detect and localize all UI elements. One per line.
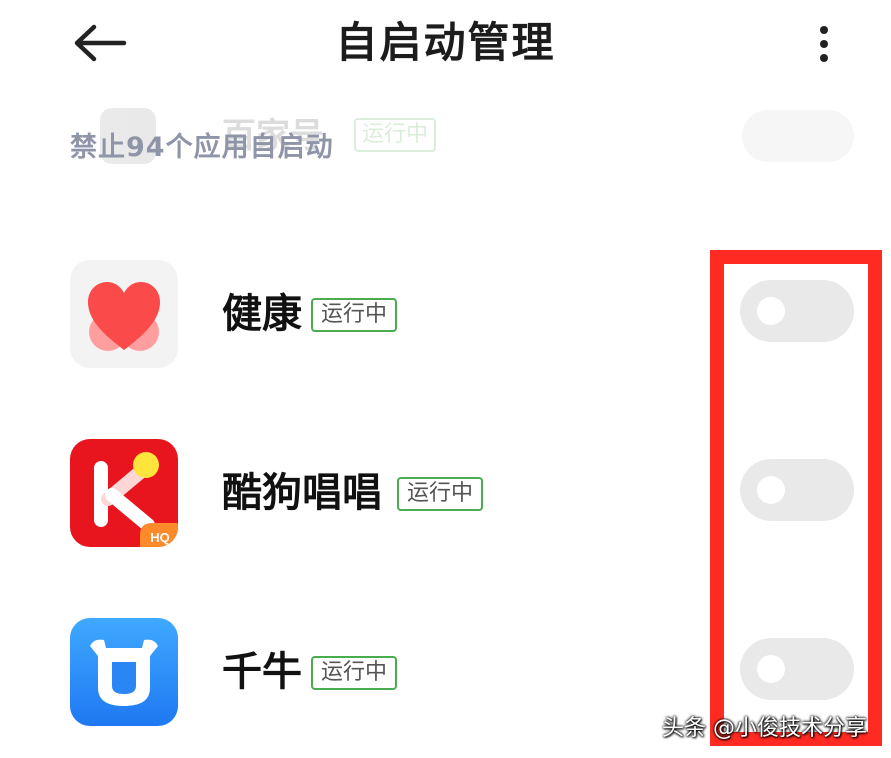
- app-name: 健康: [222, 291, 302, 337]
- list-item-kugou-changchang: HQ 酷狗唱唱 运行中: [0, 437, 891, 547]
- back-button[interactable]: [70, 18, 130, 68]
- toggle-knob: [757, 476, 785, 504]
- page-title: 自启动管理: [335, 18, 556, 67]
- auto-start-toggle: [742, 110, 854, 162]
- running-badge: 运行中: [354, 118, 437, 152]
- more-dot-icon: [820, 54, 828, 62]
- back-arrow-icon: [74, 24, 127, 62]
- more-dot-icon: [820, 26, 828, 34]
- running-badge: 运行中: [397, 477, 484, 511]
- auto-start-toggle-health[interactable]: [740, 280, 854, 342]
- auto-start-management-screen: 自启动管理 百家号 运行中 禁止94个应用自启动 健康 运行中 HQ 酷狗唱唱 …: [0, 0, 891, 758]
- running-badge: 运行中: [311, 298, 398, 332]
- more-options-button[interactable]: [806, 20, 842, 68]
- auto-start-toggle-qianniu[interactable]: [740, 638, 854, 700]
- health-heart-icon: [70, 260, 178, 368]
- hq-label: HQ: [150, 530, 170, 545]
- app-name: 酷狗唱唱: [222, 470, 382, 516]
- qianniu-bull-icon: [70, 618, 178, 726]
- app-name: 千牛: [222, 649, 302, 695]
- toggle-knob: [757, 655, 785, 683]
- more-dot-icon: [820, 40, 828, 48]
- list-item-qianniu: 千牛 运行中: [0, 616, 891, 726]
- kugou-changchang-icon: HQ: [70, 439, 178, 547]
- auto-start-toggle-kugou-changchang[interactable]: [740, 459, 854, 521]
- section-caption: 禁止94个应用自启动: [70, 132, 334, 163]
- running-badge: 运行中: [311, 656, 398, 690]
- list-item-health: 健康 运行中: [0, 258, 891, 368]
- toggle-knob: [757, 297, 785, 325]
